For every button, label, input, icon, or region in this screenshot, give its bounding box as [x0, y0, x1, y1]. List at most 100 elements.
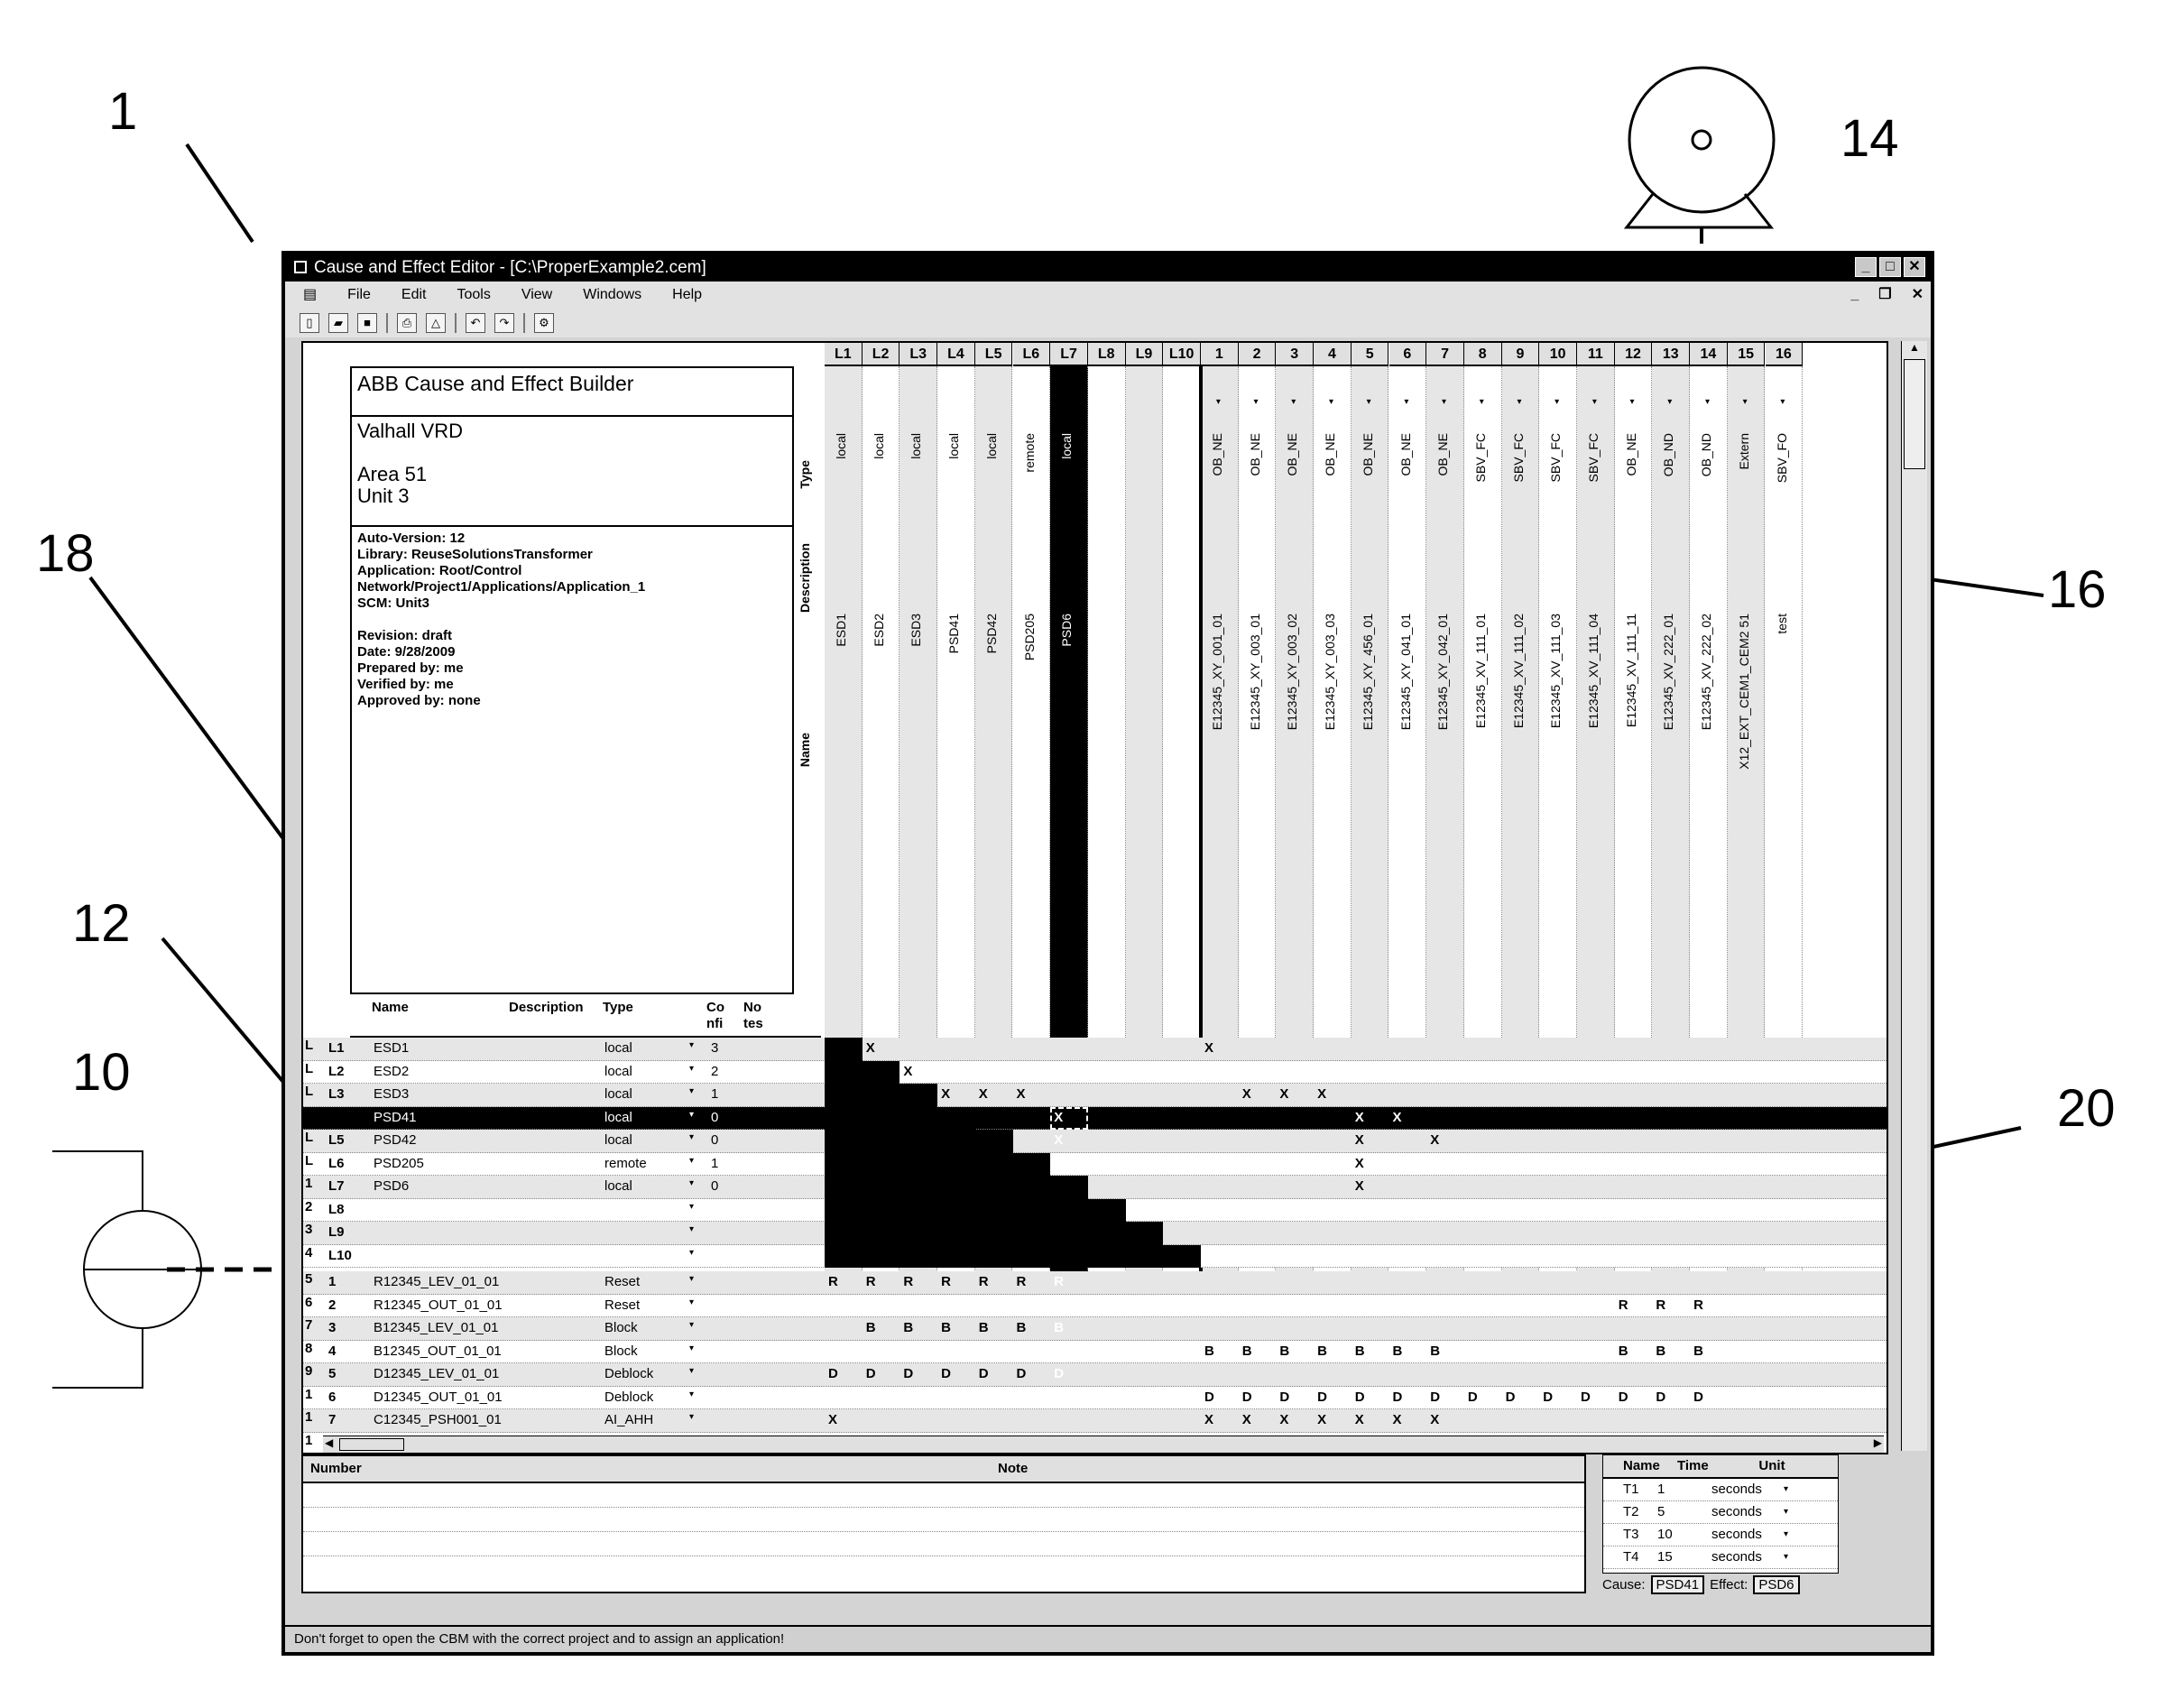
matrix-cell-mark[interactable]: B [903, 1320, 913, 1335]
cause-confirm[interactable]: 1 [711, 1156, 718, 1171]
cause-row-id[interactable]: 7 [328, 1412, 336, 1427]
effect-column-header[interactable]: 16 [1765, 343, 1804, 366]
effect-column-header[interactable]: L4 [937, 343, 975, 366]
cause-row[interactable] [303, 1084, 1887, 1107]
effect-column-header[interactable]: L8 [1087, 343, 1126, 366]
menu-view[interactable]: View [521, 282, 552, 309]
matrix-cell-mark[interactable]: B [1317, 1343, 1327, 1359]
type-dropdown-arrow-icon[interactable]: ▾ [1517, 397, 1521, 407]
effect-column-header[interactable]: 8 [1463, 343, 1502, 366]
timer-row[interactable]: T3 10 seconds ▾ [1603, 1524, 1838, 1546]
effect-column-header[interactable]: 3 [1276, 343, 1315, 366]
cause-row[interactable] [303, 1363, 1887, 1387]
menu-edit[interactable]: Edit [401, 282, 427, 309]
cause-confirm[interactable]: 0 [711, 1178, 718, 1194]
cause-row-id[interactable]: L10 [328, 1248, 352, 1263]
matrix-cell-mark[interactable]: X [1355, 1110, 1364, 1125]
cause-type[interactable]: local [604, 1064, 632, 1079]
matrix-cell-mark[interactable]: B [1656, 1343, 1665, 1359]
matrix-cell-mark[interactable]: D [866, 1366, 876, 1381]
scroll-up-arrow-icon[interactable]: ▲ [1902, 341, 1927, 354]
cause-row-id[interactable]: L9 [328, 1224, 345, 1240]
matrix-cell-mark[interactable]: B [1393, 1343, 1403, 1359]
effect-column-header[interactable]: 12 [1614, 343, 1653, 366]
cause-type-dropdown-icon[interactable]: ▾ [689, 1297, 694, 1307]
cause-type-dropdown-icon[interactable]: ▾ [689, 1064, 694, 1074]
matrix-cell-mark[interactable]: B [1619, 1343, 1628, 1359]
matrix-cell-mark[interactable]: R [1693, 1297, 1703, 1313]
timer-name[interactable]: T1 [1603, 1479, 1657, 1500]
type-dropdown-arrow-icon[interactable]: ▾ [1329, 397, 1333, 407]
effect-column-header[interactable]: L2 [862, 343, 900, 366]
focused-cell[interactable] [1050, 1106, 1088, 1130]
cause-row-id[interactable]: 6 [328, 1389, 336, 1405]
selected-cause-row[interactable] [303, 1106, 1887, 1130]
matrix-cell-mark[interactable]: B [1693, 1343, 1703, 1359]
matrix-cell-mark[interactable]: X [1317, 1086, 1326, 1102]
type-dropdown-arrow-icon[interactable]: ▾ [1367, 397, 1371, 407]
matrix-cell-mark[interactable]: D [1619, 1389, 1628, 1405]
print-preview-icon[interactable]: △ [426, 313, 446, 333]
effect-column-header[interactable]: 14 [1690, 343, 1728, 366]
cause-type[interactable]: Deblock [604, 1389, 653, 1405]
matrix-cell-mark[interactable]: D [1693, 1389, 1703, 1405]
cause-row-id[interactable]: 1 [328, 1274, 336, 1289]
scroll-right-arrow-icon[interactable]: ▶ [1874, 1436, 1882, 1449]
matrix-cell-mark[interactable]: B [941, 1320, 951, 1335]
cause-row[interactable] [303, 1152, 1887, 1176]
cause-type-dropdown-icon[interactable]: ▾ [689, 1274, 694, 1284]
matrix-cell-mark[interactable]: X [1204, 1412, 1213, 1427]
effect-column-header[interactable]: L3 [899, 343, 938, 366]
cause-type-dropdown-icon[interactable]: ▾ [689, 1389, 694, 1399]
cause-name[interactable]: B12345_LEV_01_01 [374, 1320, 498, 1335]
matrix-cell-mark[interactable]: D [1393, 1389, 1403, 1405]
matrix-cell-mark[interactable]: X [1355, 1156, 1364, 1171]
cause-type[interactable]: Reset [604, 1274, 640, 1289]
notes-row[interactable] [303, 1532, 1584, 1556]
save-icon[interactable]: ■ [357, 313, 377, 333]
cause-row-id[interactable]: L7 [328, 1178, 345, 1194]
matrix-cell-mark[interactable]: D [941, 1366, 951, 1381]
effect-column-header[interactable]: 9 [1501, 343, 1540, 366]
cause-type-dropdown-icon[interactable]: ▾ [689, 1366, 694, 1376]
matrix-cell-mark[interactable]: X [866, 1040, 875, 1056]
effect-column-header[interactable]: 1 [1201, 343, 1239, 366]
cause-name[interactable]: PSD205 [374, 1156, 424, 1171]
maximize-button[interactable]: □ [1879, 257, 1901, 277]
matrix-cell-mark[interactable]: X [1279, 1086, 1288, 1102]
redo-icon[interactable]: ↷ [494, 313, 514, 333]
vertical-scroll-thumb[interactable] [1904, 359, 1925, 469]
effect-column-header[interactable]: L10 [1163, 343, 1201, 366]
matrix-cell-mark[interactable]: X [1393, 1412, 1402, 1427]
matrix-cell-mark[interactable]: X [828, 1412, 837, 1427]
matrix-cell-mark[interactable]: B [1355, 1343, 1365, 1359]
timer-unit[interactable]: seconds [1711, 1524, 1784, 1546]
matrix-cell-mark[interactable]: D [903, 1366, 913, 1381]
cause-row-id[interactable]: L2 [328, 1064, 345, 1079]
cause-row-id[interactable]: 5 [328, 1366, 336, 1381]
matrix-cell-mark[interactable]: D [1317, 1389, 1327, 1405]
type-dropdown-arrow-icon[interactable]: ▾ [1404, 397, 1408, 407]
cause-row[interactable] [303, 1038, 1887, 1061]
matrix-cell-mark[interactable]: D [828, 1366, 838, 1381]
type-dropdown-arrow-icon[interactable]: ▾ [1291, 397, 1296, 407]
print-icon[interactable]: ⎙ [397, 313, 417, 333]
effect-column-header[interactable]: 2 [1238, 343, 1277, 366]
effect-column-header[interactable]: 10 [1539, 343, 1577, 366]
matrix-cell-mark[interactable]: B [1017, 1320, 1027, 1335]
mdi-restore-button[interactable]: ❐ [1878, 282, 1891, 309]
timer-unit-dropdown-icon[interactable]: ▾ [1784, 1479, 1796, 1500]
effect-column-header[interactable]: L5 [974, 343, 1013, 366]
cause-row-id[interactable]: 4 [328, 1343, 336, 1359]
cause-row-id[interactable]: L8 [328, 1202, 345, 1217]
matrix-cell-mark[interactable]: X [1242, 1412, 1251, 1427]
timer-row[interactable]: T4 15 seconds ▾ [1603, 1546, 1838, 1569]
notes-row[interactable] [303, 1483, 1584, 1508]
effect-column-header[interactable]: L9 [1125, 343, 1164, 366]
timer-unit-dropdown-icon[interactable]: ▾ [1784, 1501, 1796, 1523]
timer-unit[interactable]: seconds [1711, 1479, 1784, 1500]
effect-column-header[interactable]: L1 [825, 343, 863, 366]
scroll-left-arrow-icon[interactable]: ◀ [325, 1436, 333, 1449]
cause-confirm[interactable]: 1 [711, 1086, 718, 1102]
timer-time[interactable]: 15 [1657, 1546, 1711, 1568]
